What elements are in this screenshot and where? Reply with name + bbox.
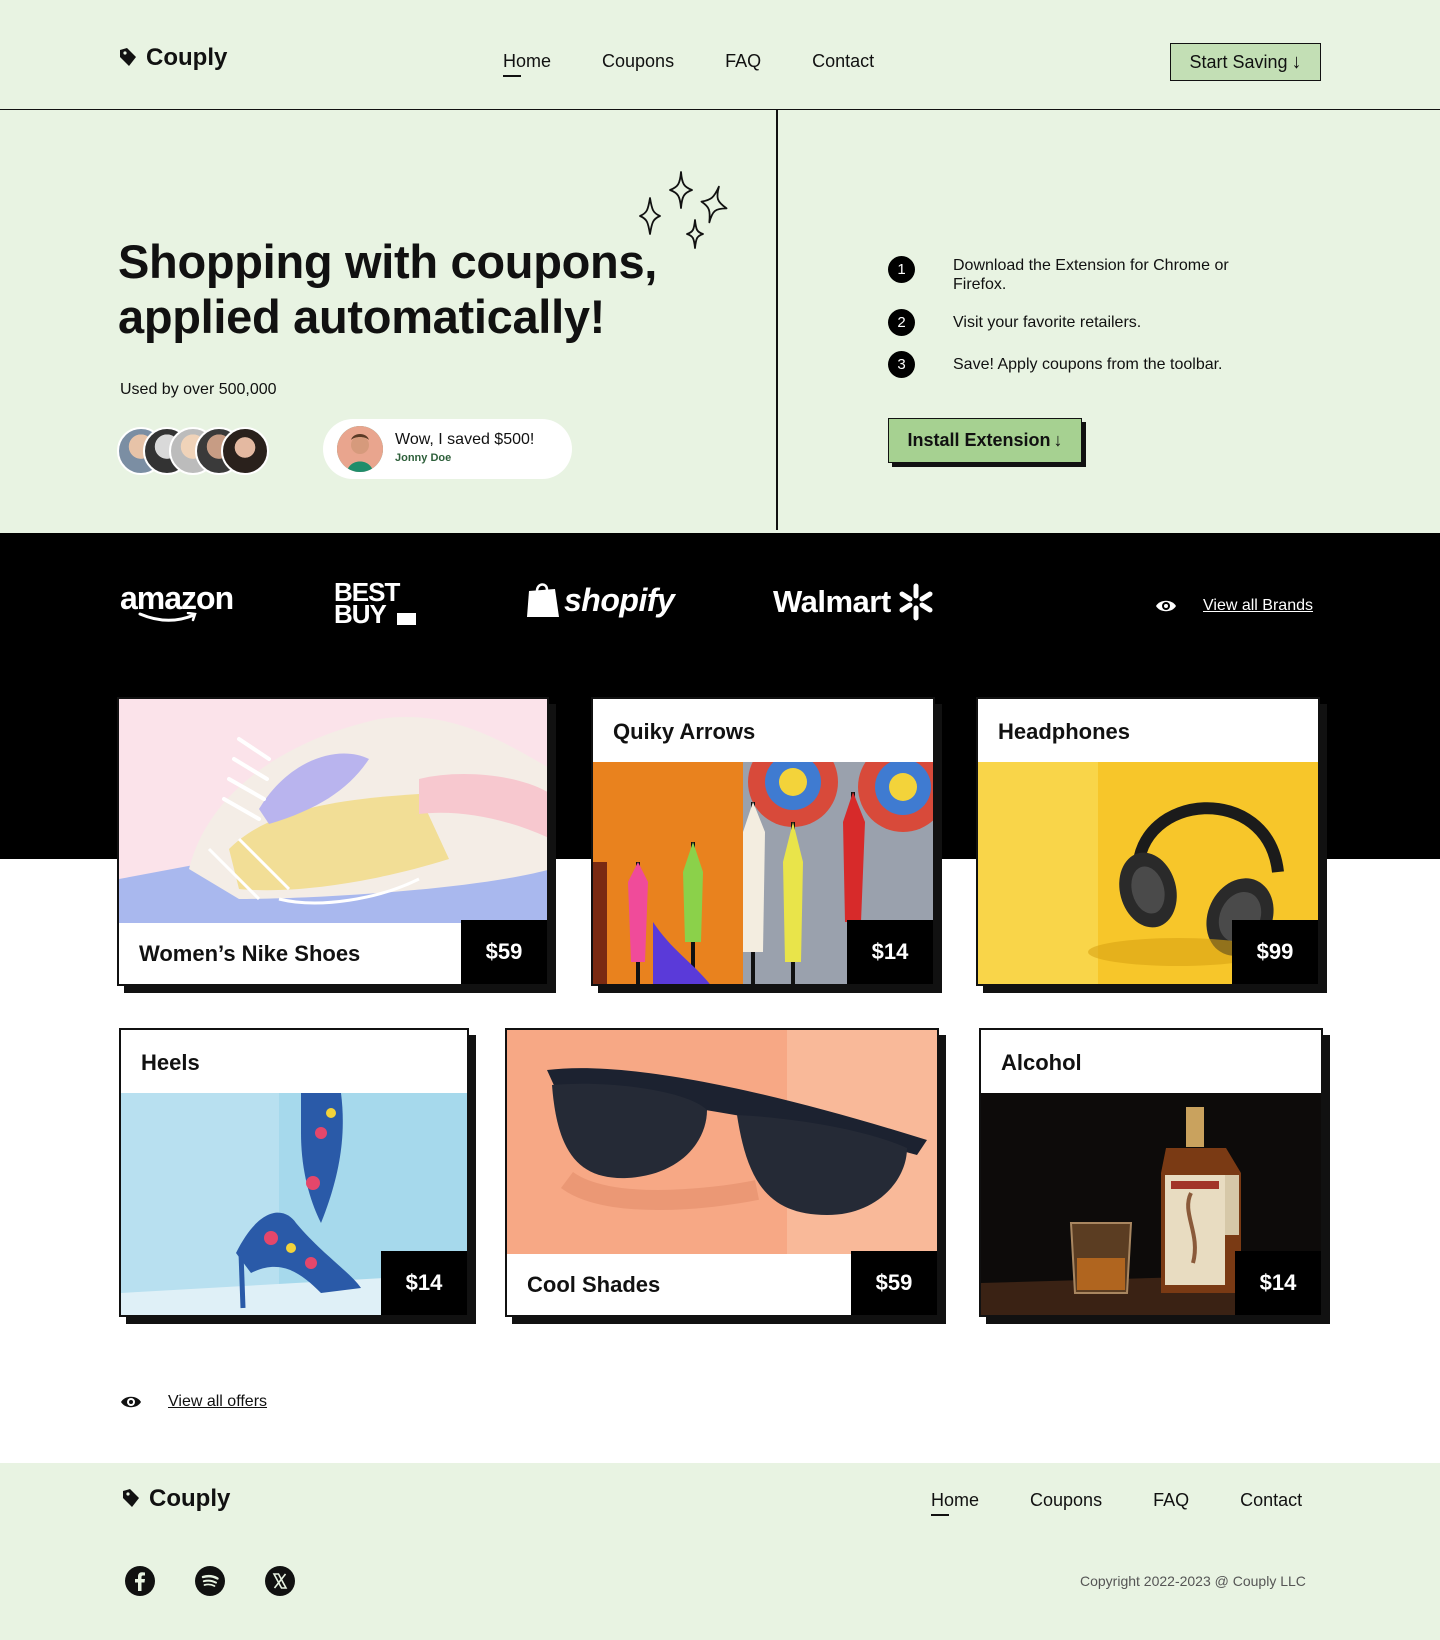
product-title: Headphones: [998, 719, 1131, 744]
view-all-brands-link[interactable]: View all Brands: [1203, 597, 1313, 615]
site-header: Couply Home Coupons FAQ Contact Start Sa…: [0, 0, 1440, 110]
product-card[interactable]: Quiky Arrows $14: [591, 697, 935, 986]
user-avatars: [117, 427, 277, 475]
nav-contact[interactable]: Contact: [812, 51, 874, 72]
step-number: 2: [888, 309, 915, 336]
facebook-icon[interactable]: [125, 1566, 155, 1596]
main-nav: Home Coupons FAQ Contact: [503, 51, 874, 77]
brand-shopify[interactable]: shopify: [526, 581, 675, 619]
product-image: [507, 1030, 937, 1254]
bestbuy-tag-icon: [397, 613, 416, 625]
start-saving-label: Start Saving: [1189, 51, 1288, 72]
footer-nav: Home Coupons FAQ Contact: [931, 1490, 1302, 1516]
start-saving-button[interactable]: Start Saving ↓: [1170, 43, 1321, 81]
product-image: [119, 699, 547, 923]
view-all-brands[interactable]: View all Brands: [1155, 597, 1313, 615]
hero-title-line2: applied automatically!: [118, 290, 606, 343]
brand-bestbuy-label: BEST BUY: [334, 577, 400, 629]
install-extension-label: Install Extension: [907, 430, 1051, 450]
brand-walmart[interactable]: Walmart: [773, 583, 935, 621]
product-card[interactable]: Cool Shades $59: [505, 1028, 939, 1317]
product-price: $14: [381, 1251, 467, 1315]
brand-walmart-label: Walmart: [773, 584, 891, 619]
product-price: $59: [851, 1251, 937, 1315]
sparkles-icon: [639, 171, 728, 249]
view-all-offers[interactable]: View all offers: [120, 1393, 267, 1411]
footer-logo[interactable]: Couply: [121, 1485, 230, 1513]
step-text: Save! Apply coupons from the toolbar.: [953, 356, 1223, 373]
view-all-offers-link[interactable]: View all offers: [168, 1393, 267, 1411]
product-title: Cool Shades: [527, 1272, 661, 1297]
tag-icon: [120, 48, 136, 66]
product-price: $59: [461, 920, 547, 984]
footer-logo-text: Couply: [149, 1485, 231, 1512]
site-footer: Couply Home Coupons FAQ Contact Copyrigh…: [0, 1463, 1440, 1640]
product-title: Quiky Arrows: [613, 719, 756, 744]
eye-icon: [1156, 600, 1176, 612]
product-card[interactable]: Women’s Nike Shoes $59: [117, 697, 549, 986]
hero-section: Shopping with coupons, applied automatic…: [0, 110, 1440, 533]
brand-amazon-label: amazon: [120, 580, 234, 616]
footer-nav-contact[interactable]: Contact: [1240, 1490, 1302, 1511]
product-price: $99: [1232, 920, 1318, 984]
product-title: Women’s Nike Shoes: [139, 941, 361, 966]
brand-shopify-label: shopify: [564, 581, 675, 618]
spotify-icon[interactable]: [195, 1566, 225, 1596]
product-price: $14: [847, 920, 933, 984]
hero-title-line1: Shopping with coupons,: [118, 235, 658, 288]
step-number: 3: [888, 351, 915, 378]
shopping-bag-icon: [527, 583, 559, 617]
product-title: Alcohol: [1001, 1050, 1082, 1075]
avatar: [221, 427, 269, 475]
testimonial-avatar: [337, 426, 383, 472]
social-links: [125, 1566, 295, 1596]
footer-nav-coupons[interactable]: Coupons: [1030, 1490, 1102, 1511]
install-extension-button[interactable]: Install Extension ↓: [888, 418, 1082, 463]
brand-amazon[interactable]: amazon: [120, 580, 234, 622]
x-icon[interactable]: [265, 1566, 295, 1596]
walmart-spark-icon: [899, 583, 933, 621]
product-price: $14: [1235, 1251, 1321, 1315]
nav-faq[interactable]: FAQ: [725, 51, 761, 72]
arrow-down-icon: ↓: [1053, 430, 1063, 450]
testimonial-name: Jonny Doe: [395, 452, 452, 464]
step-text: Download the Extension for Chrome or Fir…: [953, 257, 1229, 293]
hero-title: Shopping with coupons, applied automatic…: [118, 234, 718, 344]
used-by-text: Used by over 500,000: [120, 381, 277, 398]
testimonial-text: Wow, I saved $500!: [395, 431, 535, 448]
tag-icon: [123, 1489, 139, 1507]
brand-bestbuy[interactable]: BEST BUY: [334, 577, 416, 629]
product-title: Heels: [141, 1050, 200, 1075]
product-card[interactable]: Heels $14: [119, 1028, 469, 1317]
nav-home[interactable]: Home: [503, 51, 551, 77]
nav-coupons[interactable]: Coupons: [602, 51, 674, 72]
logo[interactable]: Couply: [118, 44, 227, 72]
arrow-down-icon: ↓: [1291, 50, 1302, 73]
testimonial-bubble: Wow, I saved $500! Jonny Doe: [323, 419, 572, 479]
step-number: 1: [888, 256, 915, 283]
step-text: Visit your favorite retailers.: [953, 314, 1142, 331]
footer-nav-home[interactable]: Home: [931, 1490, 979, 1516]
copyright-text: Copyright 2022-2023 @ Couply LLC: [1080, 1573, 1306, 1589]
logo-text: Couply: [146, 44, 228, 71]
amazon-smile-icon: [138, 612, 197, 622]
footer-nav-faq[interactable]: FAQ: [1153, 1490, 1189, 1511]
product-card[interactable]: Alcohol $14: [979, 1028, 1323, 1317]
product-card[interactable]: Headphones $99: [976, 697, 1320, 986]
hero-divider: [776, 110, 778, 530]
eye-icon: [121, 1396, 141, 1408]
